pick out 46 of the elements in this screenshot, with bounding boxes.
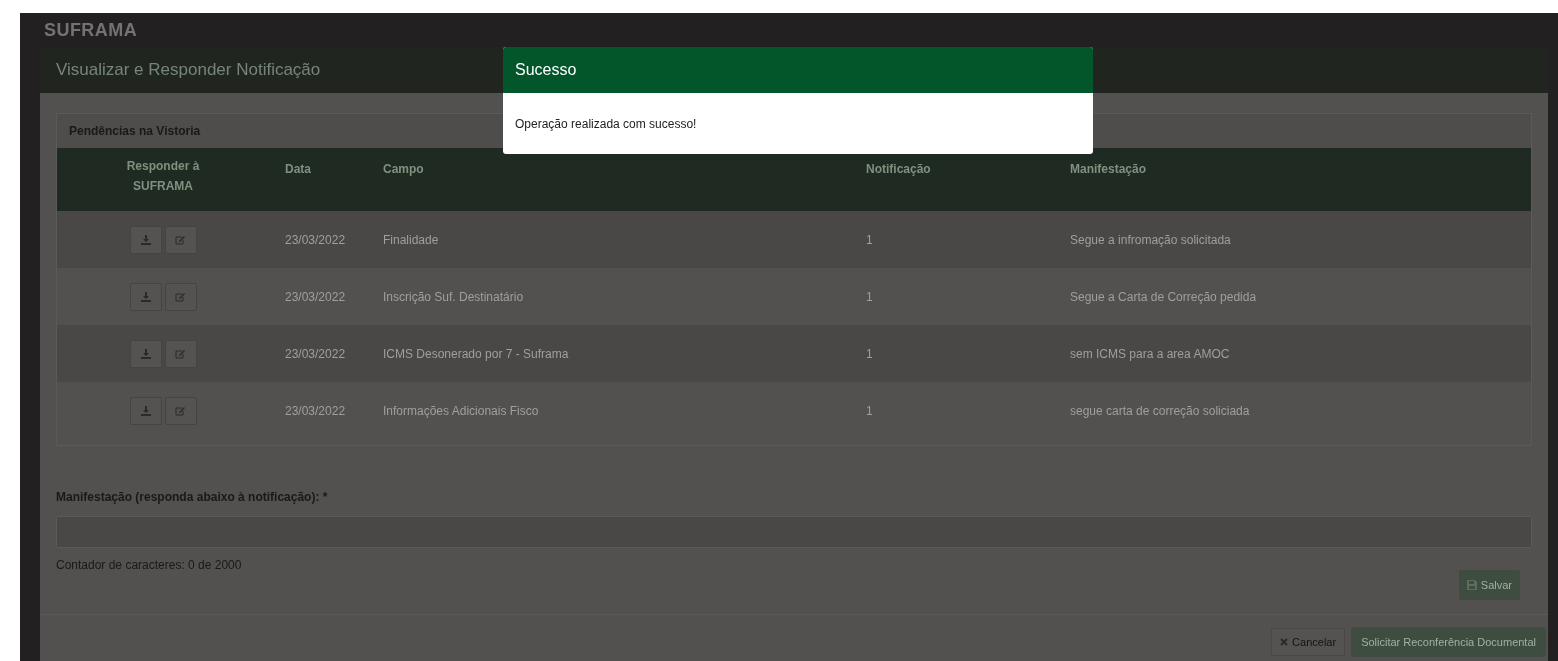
download-button[interactable] xyxy=(129,339,162,368)
response-cell-text: Segue a infromação solicitada xyxy=(1070,231,1231,249)
submit-button[interactable]: Solicitar Reconferência Documental xyxy=(1351,627,1546,657)
download-icon xyxy=(140,234,151,245)
date-cell-text: 23/03/2022 xyxy=(285,288,346,306)
dialog-title: Sucesso xyxy=(515,60,577,80)
field-cell-text: ICMS Desonerado por 7 - Suframa xyxy=(383,345,569,363)
notification-cell-text: 1 xyxy=(866,345,873,363)
download-button[interactable] xyxy=(129,396,162,425)
response-cell-text: sem ICMS para a area AMOC xyxy=(1070,345,1230,363)
date-cell-text: 23/03/2022 xyxy=(285,402,346,420)
field-cell-text: Inscrição Suf. Destinatário xyxy=(383,288,524,306)
edit-button[interactable] xyxy=(164,339,197,368)
column-header: Notificação xyxy=(866,162,931,176)
download-button[interactable] xyxy=(129,225,162,254)
column-header: Campo xyxy=(383,162,424,176)
download-button[interactable] xyxy=(129,282,162,311)
edit-icon xyxy=(175,291,186,302)
edit-icon xyxy=(175,405,186,416)
cancel-button[interactable]: Cancelar xyxy=(1271,628,1346,656)
field-cell-text: Informações Adicionais Fisco xyxy=(383,402,539,420)
edit-button[interactable] xyxy=(164,282,197,311)
column-header: Data xyxy=(285,162,311,176)
logo-text: SUFRAMA xyxy=(44,18,138,42)
column-header: Responder à SUFRAMA xyxy=(125,158,201,195)
download-icon xyxy=(140,348,151,359)
response-cell-text: segue carta de correção soliciada xyxy=(1070,402,1250,420)
notification-cell-text: 1 xyxy=(866,402,873,420)
date-cell-text: 23/03/2022 xyxy=(285,231,346,249)
column-header: Manifestação xyxy=(1070,162,1147,176)
field-label: Manifestação (responda abaixo à notificação): * xyxy=(56,490,328,504)
notification-cell-text: 1 xyxy=(866,231,873,249)
edit-button[interactable] xyxy=(164,396,197,425)
dialog-message: Operação realizada com sucesso! xyxy=(515,117,697,131)
notification-cell-text: 1 xyxy=(866,288,873,306)
date-cell-text: 23/03/2022 xyxy=(285,345,346,363)
response-cell-text: Segue a Carta de Correção pedida xyxy=(1070,288,1257,306)
field-cell-text: Finalidade xyxy=(383,231,439,249)
close-icon xyxy=(1280,638,1289,646)
save-button[interactable]: Salvar xyxy=(1458,570,1520,600)
edit-button[interactable] xyxy=(164,225,197,254)
download-icon xyxy=(140,405,151,416)
modal-title: Visualizar e Responder Notificação xyxy=(56,59,321,82)
download-icon xyxy=(140,291,151,302)
edit-icon xyxy=(175,348,186,359)
edit-icon xyxy=(175,234,186,245)
